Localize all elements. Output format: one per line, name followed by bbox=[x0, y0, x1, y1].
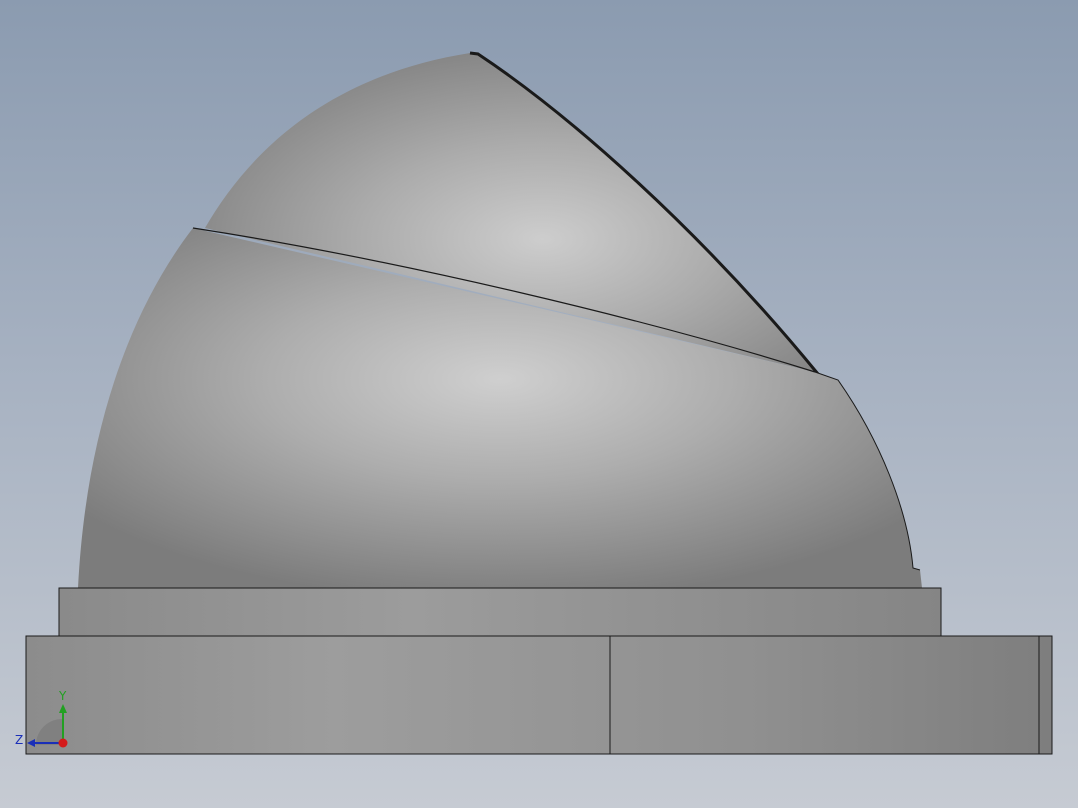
triad-y-label: Y bbox=[58, 689, 67, 703]
flange-ring[interactable] bbox=[58, 587, 942, 637]
triad-x-axis-dot bbox=[58, 738, 68, 748]
base-block[interactable] bbox=[25, 635, 1053, 755]
graphics-viewport[interactable]: Y Z bbox=[0, 0, 1078, 808]
triad-z-label: Z bbox=[15, 733, 23, 747]
